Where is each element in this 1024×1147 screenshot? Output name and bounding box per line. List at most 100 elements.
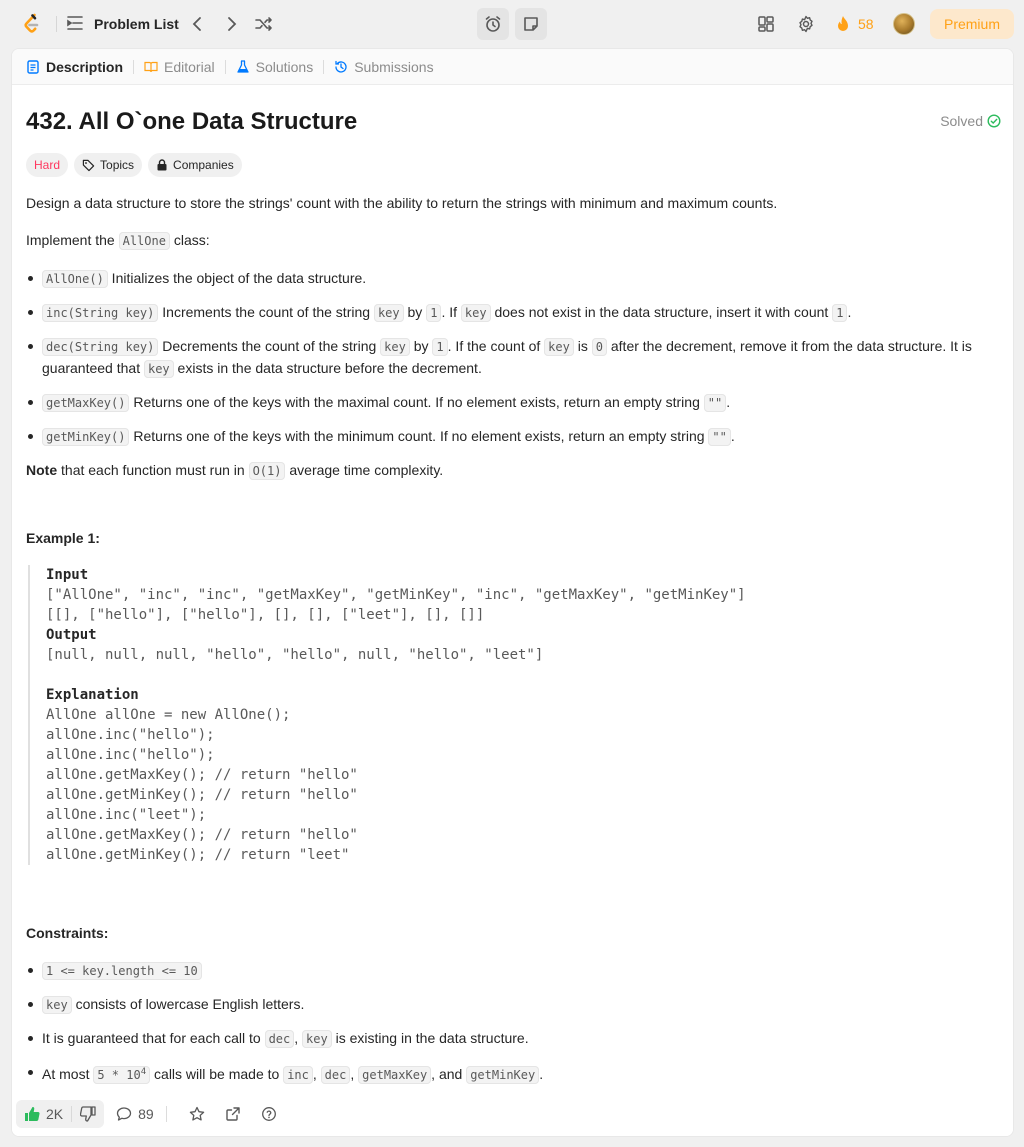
alarm-clock-icon — [485, 16, 501, 32]
explanation-line: AllOne allOne = new AllOne(); — [46, 707, 291, 723]
timer-button[interactable] — [477, 8, 509, 40]
leetcode-logo-icon[interactable] — [20, 12, 44, 36]
solved-status: Solved — [940, 113, 1001, 129]
chevron-left-icon — [192, 17, 201, 31]
explanation-line: allOne.getMaxKey(); // return "hello" — [46, 767, 358, 783]
list-item: 1 <= key.length <= 10 — [28, 960, 1001, 982]
star-icon — [189, 1106, 204, 1121]
comment-icon — [116, 1107, 132, 1121]
divider — [56, 16, 57, 32]
problem-content: 432. All O`one Data Structure Solved Har… — [26, 85, 1001, 1095]
divider — [224, 59, 226, 74]
notes-button[interactable] — [515, 8, 547, 40]
avatar[interactable] — [893, 13, 915, 35]
daily-streak[interactable]: 58 — [834, 12, 874, 36]
list-icon — [66, 14, 84, 35]
problem-list-label: Problem List — [94, 16, 179, 32]
example-title: Example 1: — [26, 530, 100, 546]
input-line: [[], ["hello"], ["hello"], [], [], ["lee… — [46, 607, 485, 623]
panel-tabs: Description Editorial Solutions Submissi… — [12, 49, 1013, 85]
check-circle-icon — [987, 114, 1001, 128]
flask-icon — [236, 59, 249, 73]
top-navbar: Problem List 58 Premium — [0, 0, 1024, 48]
explanation-line: allOne.inc("hello"); — [46, 727, 215, 743]
layout-grid-icon — [758, 16, 774, 32]
explanation-line: allOne.getMinKey(); // return "hello" — [46, 787, 358, 803]
next-problem-button[interactable] — [219, 12, 243, 36]
streak-count: 58 — [858, 16, 874, 32]
list-item: dec(String key) Decrements the count of … — [28, 336, 1001, 380]
vote-group: 2K — [16, 1100, 105, 1128]
input-label: Input — [46, 567, 89, 583]
prev-problem-button[interactable] — [186, 12, 210, 36]
list-item: getMinKey() Returns one of the keys with… — [28, 426, 1001, 448]
tab-solutions[interactable]: Solutions — [234, 49, 316, 85]
list-item: getMaxKey() Returns one of the keys with… — [28, 392, 1001, 414]
premium-button[interactable]: Premium — [930, 9, 1014, 39]
comments-button[interactable]: 89 — [116, 1106, 154, 1122]
history-icon — [335, 60, 347, 73]
list-item: It is guaranteed that for each call to d… — [28, 1028, 1001, 1050]
divider — [133, 59, 135, 74]
like-button[interactable]: 2K — [16, 1100, 71, 1128]
tab-editorial[interactable]: Editorial — [142, 49, 217, 85]
description-panel: Description Editorial Solutions Submissi… — [11, 48, 1014, 1137]
like-count: 2K — [46, 1106, 64, 1122]
intro-text: Design a data structure to store the str… — [26, 195, 778, 211]
note-icon — [524, 17, 538, 31]
output-label: Output — [46, 627, 97, 643]
note-text: Note that each function must run in O(1)… — [26, 462, 444, 480]
problem-list-button[interactable]: Problem List — [66, 12, 179, 36]
list-item: AllOne() Initializes the object of the d… — [28, 268, 1001, 290]
topics-button[interactable]: Topics — [74, 153, 143, 177]
document-icon — [27, 59, 39, 74]
tab-description[interactable]: Description — [24, 49, 125, 85]
topics-label: Topics — [100, 158, 135, 172]
title-row: 432. All O`one Data Structure Solved — [26, 107, 1001, 137]
example-block: Input ["AllOne", "inc", "inc", "getMaxKey… — [28, 565, 1001, 865]
explanation-label: Explanation — [46, 687, 139, 703]
dislike-button[interactable] — [72, 1100, 104, 1128]
companies-label: Companies — [173, 158, 234, 172]
tag-icon — [82, 159, 95, 171]
external-link-icon — [226, 1107, 240, 1121]
divider — [165, 1106, 167, 1122]
share-button[interactable] — [215, 1100, 251, 1128]
output-line: [null, null, null, "hello", "hello", nul… — [46, 647, 544, 663]
favorite-button[interactable] — [179, 1100, 215, 1128]
tab-label: Submissions — [354, 58, 434, 75]
comment-count: 89 — [138, 1106, 154, 1122]
lock-icon — [157, 159, 167, 171]
methods-list: AllOne() Initializes the object of the d… — [26, 268, 1001, 448]
problem-description: Design a data structure to store the str… — [26, 193, 1001, 1098]
explanation-line: allOne.inc("hello"); — [46, 747, 215, 763]
random-problem-button[interactable] — [252, 12, 276, 36]
book-icon — [144, 61, 158, 72]
shuffle-icon — [255, 17, 272, 31]
explanation-line: allOne.inc("leet"); — [46, 807, 207, 823]
problem-title[interactable]: 432. All O`one Data Structure — [26, 107, 1001, 137]
tab-submissions[interactable]: Submissions — [332, 49, 435, 85]
help-button[interactable] — [251, 1100, 287, 1128]
difficulty-badge: Hard — [26, 153, 69, 177]
thumbs-down-icon — [80, 1106, 96, 1122]
solved-label: Solved — [940, 113, 983, 129]
tab-label: Solutions — [255, 58, 314, 75]
implement-text: Implement the AllOne class: — [26, 232, 210, 250]
tag-chips: Hard Topics Companies — [26, 153, 242, 177]
chevron-right-icon — [228, 17, 237, 31]
constraints-list: 1 <= key.length <= 10 key consists of lo… — [26, 960, 1001, 1086]
companies-button[interactable]: Companies — [148, 153, 242, 177]
list-item: inc(String key) Increments the count of … — [28, 302, 1001, 324]
list-item: key consists of lowercase English letter… — [28, 994, 1001, 1016]
gear-icon — [799, 15, 813, 33]
layout-button[interactable] — [754, 12, 778, 36]
tab-label: Description — [46, 58, 124, 75]
divider — [323, 59, 325, 74]
list-item: At most 5 * 104 calls will be made to in… — [28, 1062, 1001, 1086]
help-circle-icon — [261, 1107, 276, 1121]
settings-button[interactable] — [794, 12, 818, 36]
tab-label: Editorial — [164, 58, 215, 75]
fire-icon — [838, 16, 848, 31]
action-bar: 2K 89 — [12, 1092, 1013, 1136]
